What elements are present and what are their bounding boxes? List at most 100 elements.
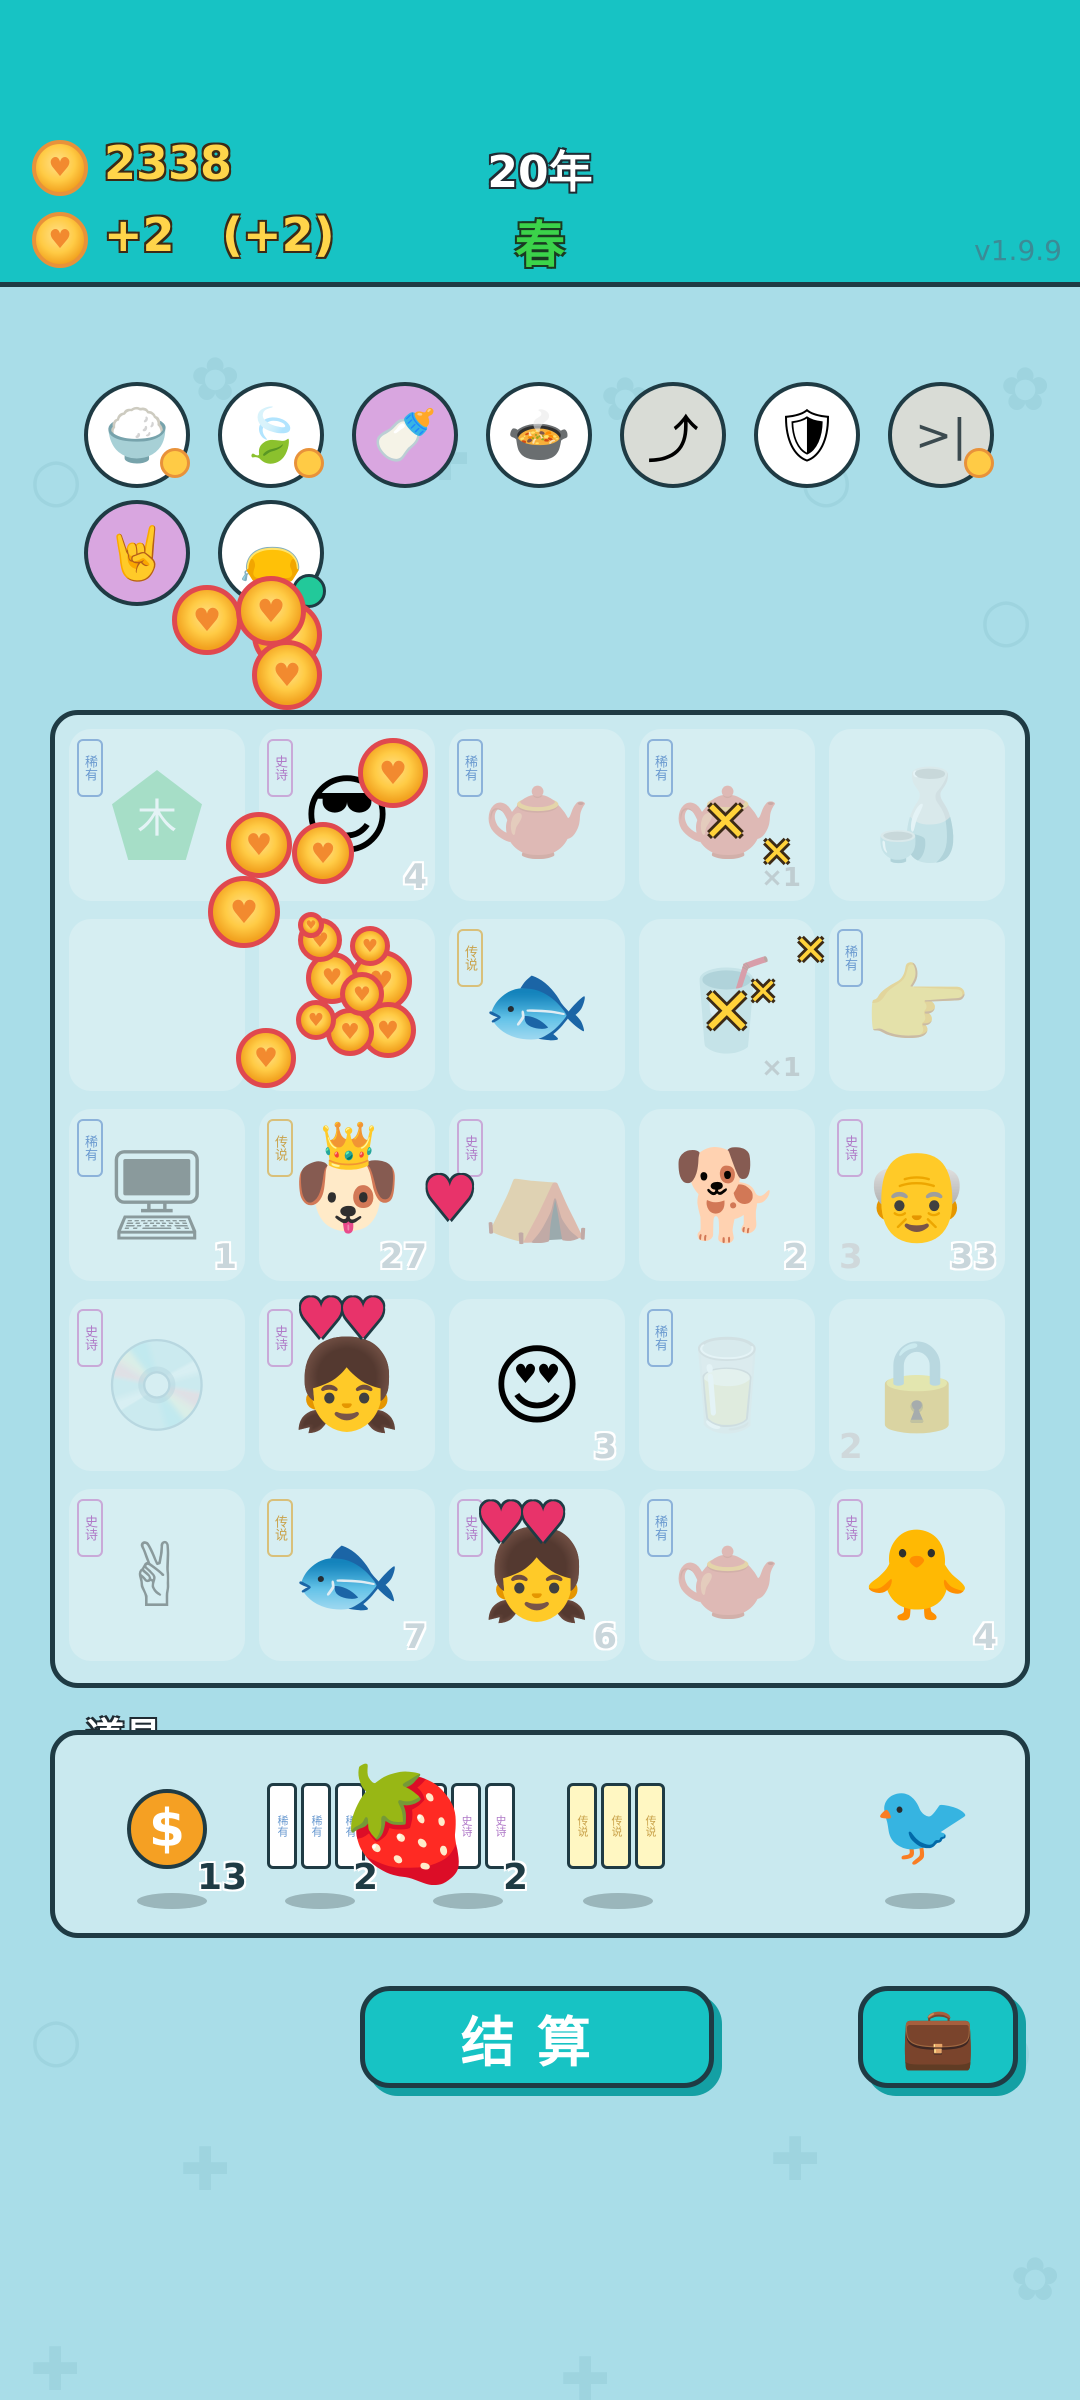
item-count: 2	[503, 1857, 529, 1898]
white-bird-icon[interactable]: 🐦	[873, 1785, 973, 1865]
rarity-tag: 史诗	[267, 739, 293, 797]
breast-pump-buff[interactable]: 🍼	[352, 382, 458, 488]
board-cell[interactable]: 木稀有	[69, 729, 245, 901]
coin-income: +2	[104, 208, 175, 262]
rarity-tag: 稀有	[837, 929, 863, 987]
rarity-tag: 稀有	[647, 739, 673, 797]
heart-icon: ♥	[422, 1162, 478, 1235]
season-label: 春	[515, 216, 565, 274]
board-cell[interactable]	[69, 919, 245, 1091]
coin-income-bonus: (+2)	[222, 208, 335, 262]
board-cell[interactable]: ✌ 史诗	[69, 1489, 245, 1661]
rarity-tag: 稀有	[647, 1309, 673, 1367]
board-cell[interactable]: 🍶	[829, 729, 1005, 901]
rock-hand-buff[interactable]: 🤘	[84, 500, 190, 606]
flying-coin-icon: ♥	[296, 1000, 336, 1040]
item-shadow	[583, 1893, 653, 1909]
rarity-tag: 传说	[267, 1499, 293, 1557]
board-cell[interactable]: 😍 3	[449, 1299, 625, 1471]
cell-count: 1	[213, 1237, 237, 1277]
heart-icon: ♥	[518, 1491, 569, 1556]
board-cell[interactable]: 🔒 2	[829, 1299, 1005, 1471]
top-status-bar: ♥ 2338 ♥ +2 (+2) 20年 春 v1.9.9	[0, 0, 1080, 287]
x-mark-icon: ✕	[702, 790, 749, 855]
legend-cards-icon[interactable]: 传说 传说 传说	[567, 1783, 665, 1869]
rarity-tag: 传说	[457, 929, 483, 987]
x-mark-icon: ✕	[760, 830, 794, 876]
shield-wrench-buff[interactable]: 🛡	[754, 382, 860, 488]
cell-count: 2	[783, 1237, 807, 1277]
cell-count-left: 3	[839, 1237, 863, 1277]
flying-coin-icon: ♥	[226, 812, 292, 878]
cell-count: 3	[593, 1427, 617, 1467]
mini-coin-icon	[294, 448, 324, 478]
card-label: 稀有	[267, 1783, 297, 1869]
cell-count: 4	[403, 857, 427, 897]
cell-count-left: 2	[839, 1427, 863, 1467]
board-cell[interactable]: 🐟 传说	[449, 919, 625, 1091]
strawberry-icon: 🍓	[337, 1760, 474, 1888]
board-cell[interactable]: 🥛 稀有	[639, 1299, 815, 1471]
settle-button[interactable]: 结算	[360, 1986, 714, 2088]
rarity-tag: 传说	[267, 1119, 293, 1177]
rarity-tag: 史诗	[77, 1309, 103, 1367]
flying-coin-icon: ♥	[252, 640, 322, 710]
dollar-coin-icon[interactable]: $	[127, 1789, 207, 1869]
briefcase-button[interactable]: 💼	[858, 1986, 1018, 2088]
x-mark-icon: ✕	[700, 976, 754, 1050]
board-cell[interactable]: 🐟 传说 7	[259, 1489, 435, 1661]
duck-pot-buff[interactable]: 🍲	[486, 382, 592, 488]
x-mark-icon: ✕	[794, 928, 828, 974]
flying-coin-icon: ♥	[298, 912, 324, 938]
cell-count: 7	[403, 1617, 427, 1657]
rarity-tag: 稀有	[457, 739, 483, 797]
rarity-tag: 史诗	[267, 1309, 293, 1367]
heart-icon: ♥	[338, 1287, 389, 1352]
rice-bowl-buff[interactable]: 🍚	[84, 382, 190, 488]
rarity-tag: 稀有	[77, 739, 103, 797]
mini-coin-icon	[160, 448, 190, 478]
card-label: 传说	[635, 1783, 665, 1869]
board-cell[interactable]: 🫖 稀有	[449, 729, 625, 901]
shield-wrench-icon: 🛡	[773, 405, 840, 466]
board-cell[interactable]: 👉 稀有	[829, 919, 1005, 1091]
cell-count: 6	[593, 1617, 617, 1657]
rarity-tag: 史诗	[77, 1499, 103, 1557]
cell-count: 33	[949, 1237, 997, 1277]
sack-icon: 👝	[238, 523, 304, 584]
card-label: 传说	[601, 1783, 631, 1869]
card-label: 稀有	[301, 1783, 331, 1869]
rock-hand-icon: 🤘	[104, 523, 170, 584]
rarity-tag: 稀有	[647, 1499, 673, 1557]
milk-bottle-icon: 🍶	[862, 763, 972, 866]
board-cell[interactable]: 👴 史诗 33 3	[829, 1109, 1005, 1281]
breast-pump-icon: 🍼	[372, 405, 438, 466]
board-cell[interactable]: 🐕 2	[639, 1109, 815, 1281]
skip-buff[interactable]: >|	[888, 382, 994, 488]
board-cell[interactable]: 🖥 稀有 1	[69, 1109, 245, 1281]
flying-coin-icon: ♥	[292, 822, 354, 884]
flying-coin-icon: ♥	[236, 1028, 296, 1088]
upgrade-arrow-buff[interactable]: ⤴	[620, 382, 726, 488]
flying-coin-icon: ♥	[172, 585, 242, 655]
board-cell[interactable]: 💿 史诗	[69, 1299, 245, 1471]
briefcase-icon: 💼	[900, 2002, 976, 2073]
flying-coin-icon: ♥	[340, 972, 384, 1016]
leaf-icon: 🍃	[238, 405, 304, 466]
flying-coin-icon: ♥	[358, 738, 428, 808]
gold-coin-icon: ♥	[32, 212, 88, 268]
board-cell[interactable]: 🐥 史诗 4	[829, 1489, 1005, 1661]
upgrade-arrow-icon: ⤴	[646, 410, 699, 471]
board-cell[interactable]: 🫖 稀有	[639, 1489, 815, 1661]
cell-count: 4	[973, 1617, 997, 1657]
cell-multiplier: ×1	[761, 1053, 801, 1083]
leaf-buff[interactable]: 🍃	[218, 382, 324, 488]
version-label: v1.9.9	[974, 234, 1062, 267]
cell-count: 27	[379, 1237, 427, 1277]
flying-coin-icon: ♥	[350, 926, 390, 966]
flying-coin-icon: ♥	[208, 876, 280, 948]
rarity-tag: 史诗	[837, 1499, 863, 1557]
item-shadow	[433, 1893, 503, 1909]
items-panel: $ 13 稀有 稀有 稀有 2 史诗 史诗 史诗 2 传说 传说 传说 🐦 🍓	[50, 1730, 1030, 1938]
gold-coin-icon: ♥	[32, 140, 88, 196]
